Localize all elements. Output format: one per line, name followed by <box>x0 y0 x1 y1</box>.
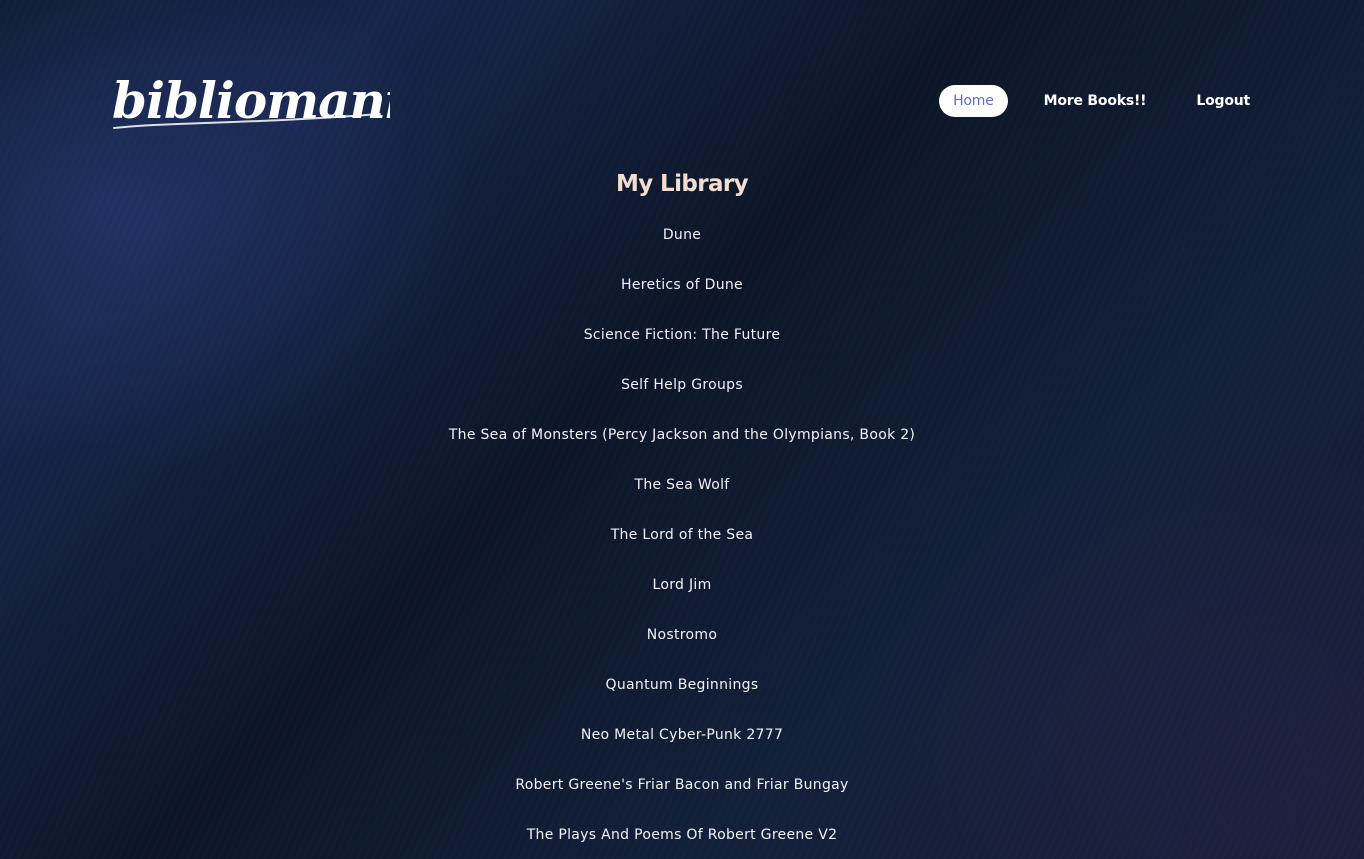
book-title[interactable]: The Lord of the Sea <box>611 527 754 543</box>
top-nav: Home More Books!! Logout <box>939 85 1264 117</box>
book-title[interactable]: The Sea of Monsters (Percy Jackson and t… <box>449 427 915 443</box>
nav-logout-link[interactable]: Logout <box>1182 85 1264 117</box>
book-title[interactable]: The Sea Wolf <box>634 477 729 493</box>
list-item: Self Help Groups <box>0 375 1364 425</box>
list-item: Lord Jim <box>0 575 1364 625</box>
book-title[interactable]: Self Help Groups <box>621 377 743 393</box>
list-item: The Lord of the Sea <box>0 525 1364 575</box>
list-item: Science Fiction: The Future <box>0 325 1364 375</box>
page-title: My Library <box>615 171 749 197</box>
book-title[interactable]: Lord Jim <box>652 577 711 593</box>
book-title[interactable]: Robert Greene's Friar Bacon and Friar Bu… <box>515 777 848 793</box>
book-title[interactable]: Heretics of Dune <box>621 277 743 293</box>
list-item: Robert Greene's Friar Bacon and Friar Bu… <box>0 775 1364 825</box>
brand-logo[interactable]: bibliomania <box>110 66 390 136</box>
book-title[interactable]: Neo Metal Cyber-Punk 2777 <box>581 727 783 743</box>
list-item: Dune <box>0 225 1364 275</box>
list-item: Heretics of Dune <box>0 275 1364 325</box>
nav-more-books-link[interactable]: More Books!! <box>1030 85 1161 117</box>
book-title[interactable]: The Plays And Poems Of Robert Greene V2 <box>527 827 838 843</box>
list-item: Nostromo <box>0 625 1364 675</box>
book-title[interactable]: Nostromo <box>647 627 717 643</box>
list-item: The Sea Wolf <box>0 475 1364 525</box>
nav-home-link[interactable]: Home <box>939 85 1008 117</box>
book-title[interactable]: Quantum Beginnings <box>606 677 759 693</box>
list-item: The Sea of Monsters (Percy Jackson and t… <box>0 425 1364 475</box>
logo-wordmark: bibliomania <box>112 71 390 130</box>
book-title[interactable]: Science Fiction: The Future <box>584 327 781 343</box>
list-item: Neo Metal Cyber-Punk 2777 <box>0 725 1364 775</box>
book-title[interactable]: Dune <box>663 227 701 243</box>
book-list: Dune Heretics of Dune Science Fiction: T… <box>0 225 1364 859</box>
list-item: Quantum Beginnings <box>0 675 1364 725</box>
list-item: The Plays And Poems Of Robert Greene V2 <box>0 825 1364 859</box>
